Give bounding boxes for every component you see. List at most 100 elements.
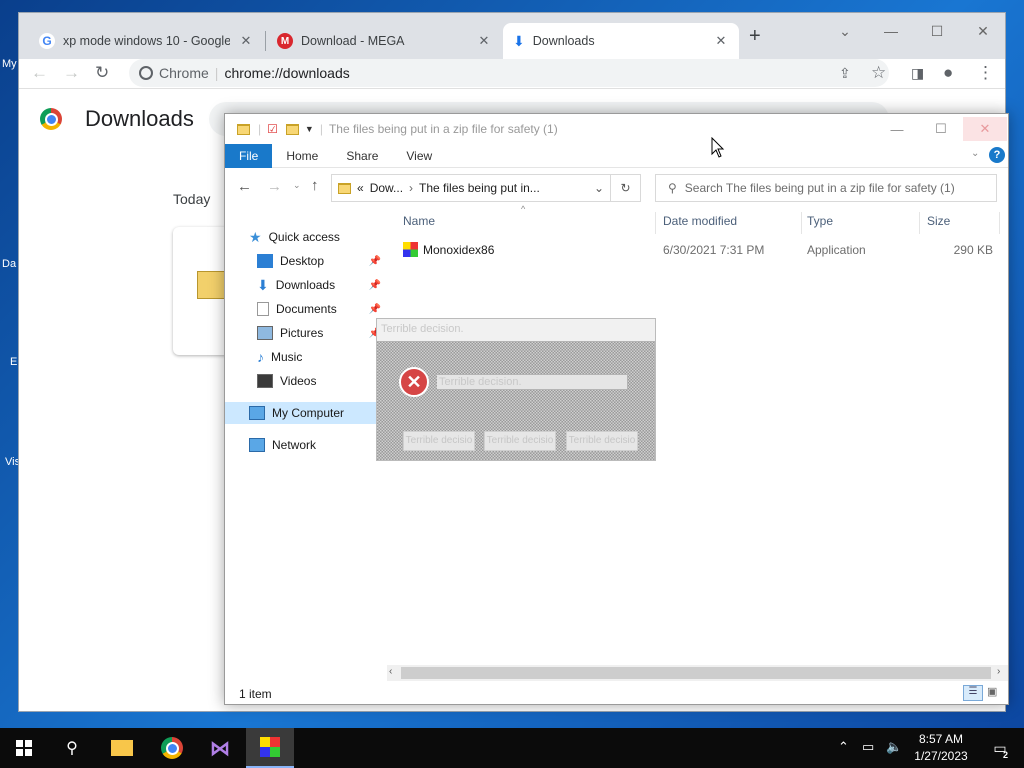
new-tab-button[interactable]: + [749, 25, 761, 48]
network-icon[interactable]: ▭ [862, 739, 874, 755]
reload-icon[interactable]: ↻ [95, 63, 109, 83]
dialog-button[interactable]: Terrible decisio [484, 431, 556, 451]
pictures-icon [257, 326, 273, 340]
address-bar[interactable]: « Dow... › The files being put in... ⌄ [331, 174, 611, 202]
taskbar-chrome[interactable] [148, 728, 196, 768]
computer-icon [249, 406, 265, 420]
search-button[interactable]: ⚲ [48, 728, 96, 768]
breadcrumb-parent[interactable]: Dow... [370, 181, 403, 195]
chevron-right-icon: › [409, 181, 414, 195]
nav-desktop[interactable]: Desktop 📌 [257, 250, 381, 272]
close-icon[interactable]: ✕ [238, 33, 254, 49]
pin-icon[interactable]: 📌 [369, 304, 381, 315]
column-date-modified[interactable]: Date modified [663, 214, 737, 228]
desktop-icon-label[interactable]: My [2, 58, 17, 70]
recent-locations-icon[interactable]: ⌄ [293, 180, 301, 191]
start-button[interactable] [0, 728, 48, 768]
document-icon [257, 302, 269, 316]
dialog-button[interactable]: Terrible decisio [566, 431, 638, 451]
desktop-icon-label[interactable]: E [10, 356, 17, 368]
scroll-left-icon[interactable]: ‹ [389, 666, 392, 677]
large-icons-view-icon[interactable]: ▣ [987, 685, 1003, 701]
file-type: Application [807, 243, 866, 257]
tab-mega[interactable]: M Download - MEGA ✕ [267, 23, 502, 59]
menu-icon[interactable]: ⋮ [977, 63, 994, 83]
tab-google-search[interactable]: G xp mode windows 10 - Google S ✕ [29, 23, 264, 59]
close-window-button[interactable]: ✕ [967, 19, 999, 43]
explorer-title: The files being put in a zip file for sa… [328, 122, 558, 136]
profile-icon[interactable]: ● [943, 63, 953, 83]
dialog-button[interactable]: Terrible decisio [403, 431, 475, 451]
taskbar-file-explorer[interactable] [98, 728, 146, 768]
nav-downloads[interactable]: ⬇ Downloads 📌 [257, 274, 381, 296]
tab-view[interactable]: View [392, 144, 446, 168]
close-icon[interactable]: ✕ [476, 33, 492, 49]
file-row[interactable]: Monoxidex86 6/30/2021 7:31 PM Applicatio… [393, 239, 1008, 261]
tab-downloads[interactable]: ⬇ Downloads ✕ [503, 23, 739, 59]
file-name: Monoxidex86 [423, 243, 495, 257]
scrollbar-thumb[interactable] [401, 667, 991, 679]
back-icon[interactable]: ← [237, 178, 252, 195]
tab-share[interactable]: Share [332, 144, 392, 168]
refresh-button[interactable]: ↻ [611, 174, 641, 202]
address-overflow[interactable]: « [357, 181, 364, 195]
date-group-label: Today [173, 191, 211, 207]
column-name[interactable]: Name [403, 214, 435, 228]
details-view-icon[interactable]: ☰ [963, 685, 983, 701]
share-icon[interactable]: ⇪ [839, 65, 851, 82]
pin-icon[interactable]: 📌 [369, 280, 381, 291]
clock-date: 1/27/2023 [914, 749, 968, 763]
column-size[interactable]: Size [927, 214, 950, 228]
up-icon[interactable]: ↑ [311, 177, 319, 194]
taskbar-monoxide[interactable] [246, 728, 294, 768]
chrome-logo-icon [40, 108, 62, 130]
explorer-navbar: ← → ⌄ ↑ « Dow... › The files being put i… [225, 168, 1008, 206]
windows-logo-icon [16, 740, 32, 756]
back-icon[interactable]: ← [31, 63, 48, 83]
sort-up-icon: ^ [521, 204, 526, 214]
expand-ribbon-icon[interactable]: ⌄ [971, 148, 979, 159]
search-input[interactable]: ⚲ Search The files being put in a zip fi… [655, 174, 997, 202]
tab-file[interactable]: File [225, 143, 273, 168]
notifications-button[interactable]: ▭ 2 [976, 728, 1024, 768]
status-bar-text: 1 item [239, 687, 272, 701]
minimize-button[interactable]: — [875, 117, 919, 141]
bookmark-star-icon[interactable]: ☆ [871, 63, 886, 83]
clock-time: 8:57 AM [918, 732, 964, 746]
omnibox[interactable]: Chrome | chrome://downloads [129, 59, 889, 87]
forward-icon[interactable]: → [267, 178, 282, 195]
desktop-icon-label[interactable]: Da [2, 258, 16, 270]
forward-icon[interactable]: → [63, 63, 80, 83]
new-folder-icon[interactable] [285, 123, 299, 135]
properties-icon[interactable]: ☑ [267, 122, 278, 136]
nav-pictures[interactable]: Pictures 📌 [257, 322, 381, 344]
clock[interactable]: 8:57 AM 1/27/2023 [900, 731, 982, 765]
minimize-button[interactable]: — [875, 19, 907, 43]
download-icon: ⬇ [257, 276, 269, 293]
chevron-down-icon[interactable]: ⌄ [594, 181, 604, 195]
nav-my-computer[interactable]: My Computer [225, 402, 377, 424]
nav-documents[interactable]: Documents 📌 [257, 298, 381, 320]
tab-search-icon[interactable]: ⌄ [829, 19, 861, 43]
omnibox-chip: Chrome [159, 65, 209, 81]
pin-icon[interactable]: 📌 [369, 256, 381, 267]
column-headers: ^ Name Date modified Type Size [393, 204, 1008, 234]
horizontal-scrollbar[interactable]: ‹ › [387, 665, 1008, 681]
quick-access-dropdown-icon[interactable]: ▼ [305, 124, 314, 134]
scroll-right-icon[interactable]: › [997, 666, 1000, 677]
close-window-button[interactable]: ✕ [963, 117, 1007, 141]
nav-quick-access[interactable]: ★ Quick access [249, 226, 399, 248]
side-panel-icon[interactable]: ◨ [911, 65, 924, 82]
show-hidden-icons[interactable]: ⌃ [838, 739, 849, 755]
help-icon[interactable]: ? [989, 147, 1005, 163]
mouse-cursor-icon [711, 137, 725, 158]
chrome-toolbar: ← → ↻ Chrome | chrome://downloads ⇪ ☆ ◨ … [19, 59, 1005, 89]
close-icon[interactable]: ✕ [713, 33, 729, 49]
maximize-button[interactable]: ☐ [921, 19, 953, 43]
taskbar-visual-studio[interactable]: ⋈ [196, 728, 244, 768]
chrome-icon [139, 66, 153, 80]
maximize-button[interactable]: ☐ [919, 117, 963, 141]
breadcrumb-current[interactable]: The files being put in... [419, 181, 540, 195]
column-type[interactable]: Type [807, 214, 833, 228]
tab-home[interactable]: Home [272, 144, 332, 168]
